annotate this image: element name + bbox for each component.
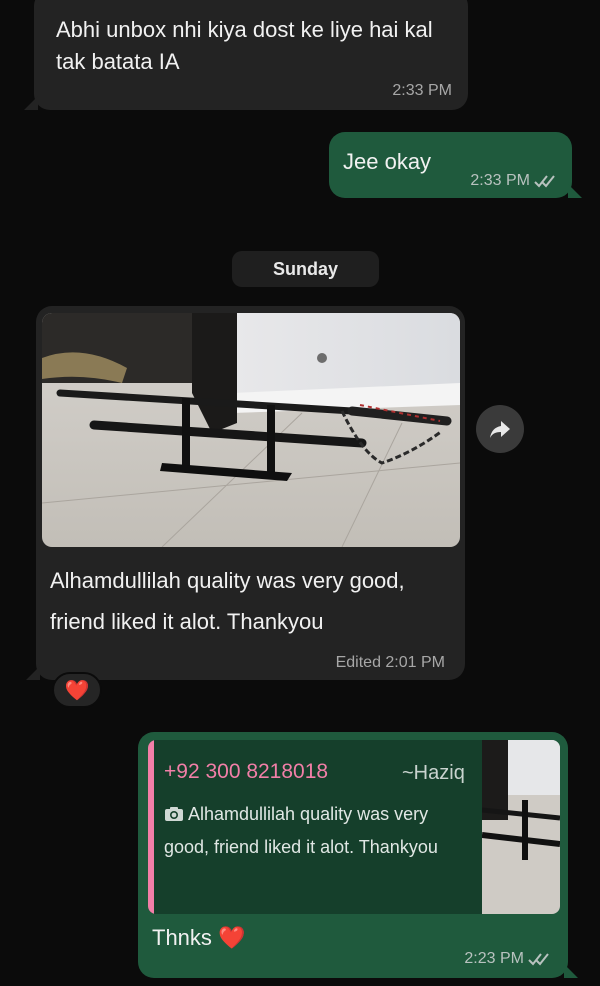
bubble-tail: [24, 96, 38, 110]
message-meta: 2:33 PM: [470, 172, 558, 190]
message-time: 2:33 PM: [392, 82, 452, 99]
message-meta: 2:23 PM: [464, 950, 552, 968]
photo-caption: Alhamdullilah quality was very good, fri…: [50, 568, 405, 634]
thumbnail-image: [481, 740, 560, 914]
quote-sender-name: ~Haziq: [402, 762, 465, 784]
date-separator: Sunday: [232, 251, 379, 287]
forward-arrow-icon: [490, 421, 510, 438]
quote-sender-number: +92 300 8218018: [164, 760, 329, 783]
heart-reaction: ❤️: [64, 679, 90, 702]
quote-text-content: Alhamdullilah quality was very good, fri…: [164, 804, 438, 857]
outgoing-message[interactable]: Jee okay 2:33 PM: [329, 132, 582, 198]
double-check-icon: [534, 175, 555, 188]
incoming-message[interactable]: Abhi unbox nhi kiya dost ke liye hai kal…: [24, 0, 468, 110]
photo-image: [42, 313, 460, 547]
double-check-icon: [528, 953, 549, 966]
message-time: 2:23 PM: [464, 950, 524, 967]
camera-icon: [165, 807, 183, 821]
quoted-message[interactable]: +92 300 8218018 ~Haziq Alhamdullilah qua…: [148, 740, 560, 914]
message-text: Jee okay: [343, 149, 432, 174]
message-text: Abhi unbox nhi kiya dost ke liye hai kal…: [56, 17, 433, 74]
forward-button[interactable]: [476, 405, 524, 453]
chat-thread[interactable]: Abhi unbox nhi kiya dost ke liye hai kal…: [0, 0, 600, 986]
bubble-tail: [564, 964, 578, 978]
bubble-tail: [568, 184, 582, 198]
message-time: Edited 2:01 PM: [335, 654, 445, 671]
quote-text: Alhamdullilah quality was very good, fri…: [164, 798, 474, 864]
message-time: 2:33 PM: [470, 172, 530, 189]
quote-thumbnail: [481, 740, 560, 914]
sword-photo[interactable]: [42, 313, 460, 547]
message-text: Thnks ❤️: [152, 925, 246, 950]
reaction-badge[interactable]: ❤️: [52, 672, 102, 708]
bubble-tail: [26, 666, 40, 680]
quote-accent-bar: [148, 740, 154, 914]
